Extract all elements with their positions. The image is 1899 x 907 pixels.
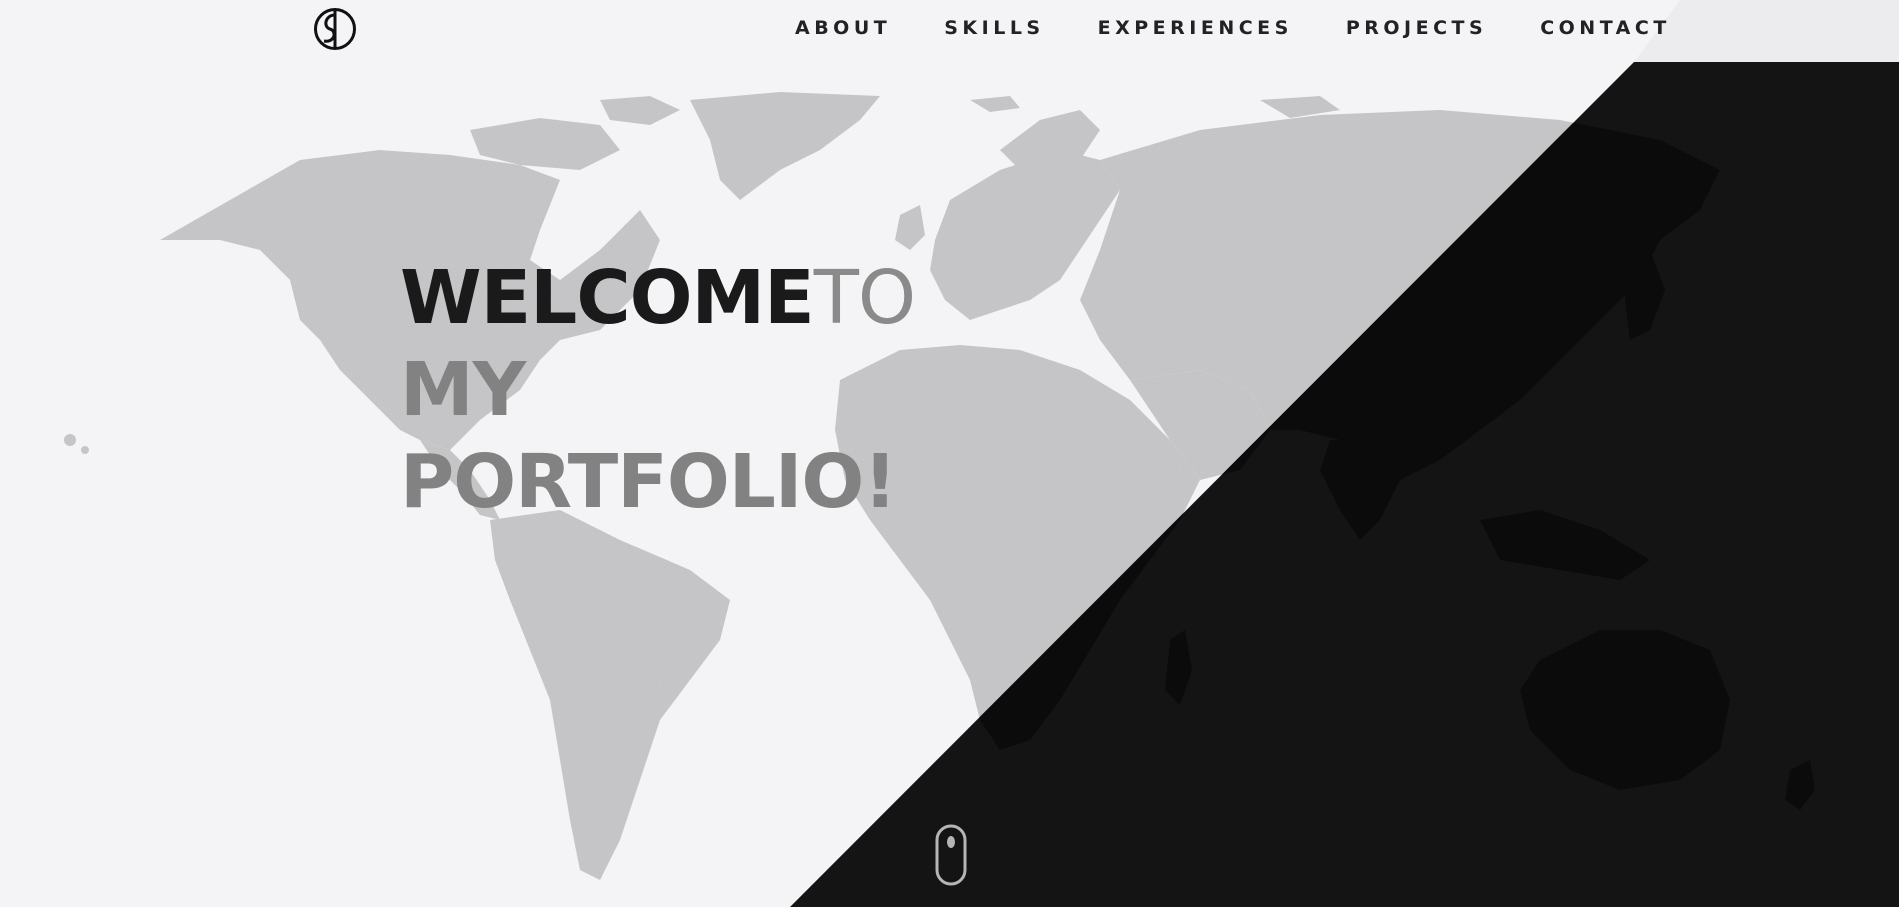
hero-word-to: TO — [813, 255, 916, 341]
hero-line-2: MY — [400, 347, 526, 433]
nav-item-contact[interactable]: CONTACT — [1540, 17, 1671, 39]
sd-monogram-icon[interactable] — [313, 7, 357, 51]
main-nav: ABOUT SKILLS EXPERIENCES PROJECTS CONTAC… — [795, 17, 1671, 39]
portfolio-landing-page: ABOUT SKILLS EXPERIENCES PROJECTS CONTAC… — [0, 0, 1899, 907]
hero-line-1: WELCOMETO — [400, 252, 916, 344]
nav-item-about[interactable]: ABOUT — [795, 17, 891, 39]
hero-line-3: PORTFOLIO! — [400, 439, 897, 525]
nav-item-experiences[interactable]: EXPERIENCES — [1098, 17, 1293, 39]
hero-word-welcome: WELCOME — [400, 255, 815, 341]
hero-headline: WELCOMETO MY PORTFOLIO! — [400, 252, 916, 528]
site-header: ABOUT SKILLS EXPERIENCES PROJECTS CONTAC… — [0, 0, 1899, 62]
nav-item-projects[interactable]: PROJECTS — [1346, 17, 1487, 39]
mouse-scroll-icon[interactable] — [934, 823, 968, 887]
world-map-background — [0, 0, 1899, 907]
nav-item-skills[interactable]: SKILLS — [944, 17, 1044, 39]
